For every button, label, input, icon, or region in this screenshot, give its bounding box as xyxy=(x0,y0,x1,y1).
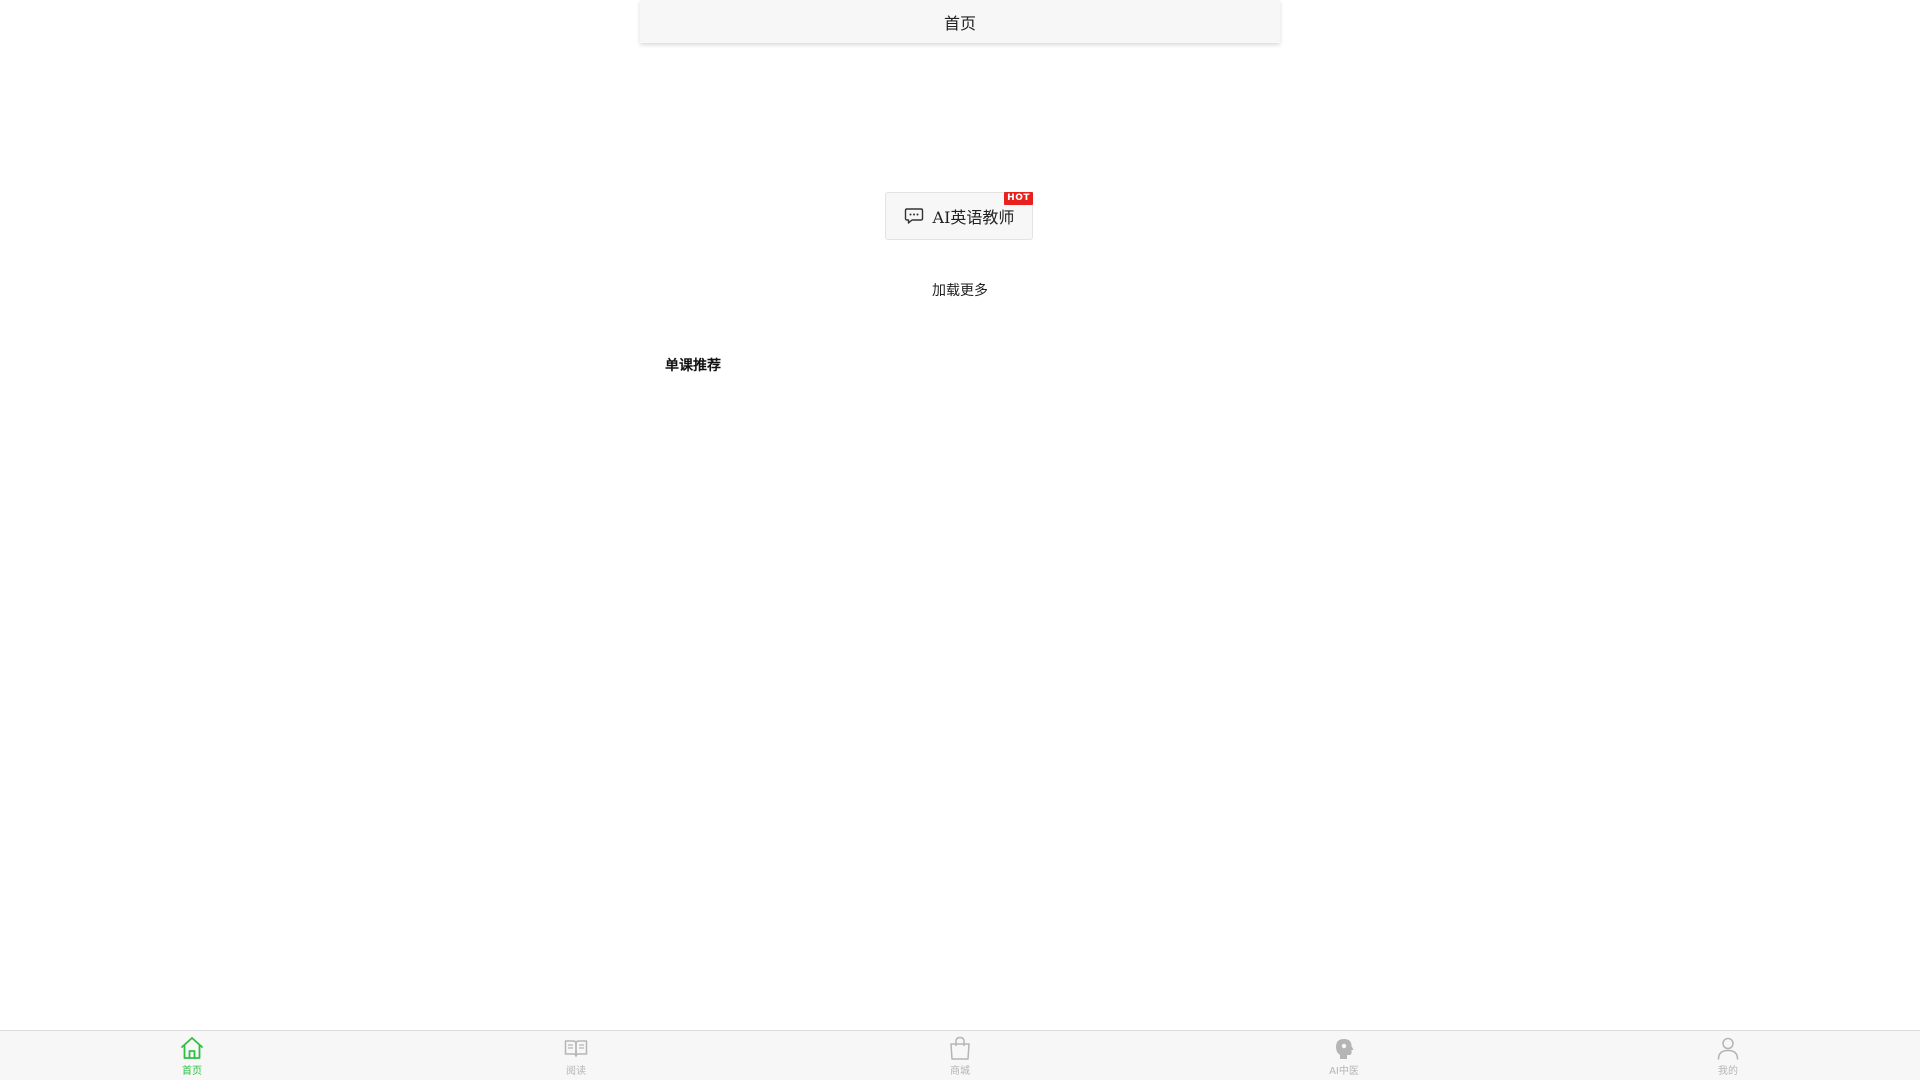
tab-ai-tcm[interactable]: AI中医 xyxy=(1152,1031,1536,1080)
tab-ai-tcm-label: AI中医 xyxy=(1329,1065,1359,1077)
tab-profile[interactable]: 我的 xyxy=(1536,1031,1920,1080)
section-title-single-lessons: 单课推荐 xyxy=(665,358,721,374)
tab-profile-label: 我的 xyxy=(1718,1065,1738,1077)
chat-icon xyxy=(904,208,923,224)
user-icon xyxy=(1717,1037,1739,1060)
tab-shop[interactable]: 商城 xyxy=(768,1031,1152,1080)
ai-teacher-label: AI英语教师 xyxy=(932,208,1015,227)
tab-shop-label: 商城 xyxy=(950,1065,970,1077)
tab-reading[interactable]: 阅读 xyxy=(384,1031,768,1080)
hot-badge: HOT xyxy=(1004,192,1033,205)
tab-home[interactable]: 首页 xyxy=(0,1031,384,1080)
ai-english-teacher-button[interactable]: AI英语教师 HOT xyxy=(885,192,1033,240)
bottom-tab-bar: 首页 阅读 商城 AI中医 我的 xyxy=(0,1030,1920,1080)
book-icon xyxy=(564,1039,588,1057)
tab-home-label: 首页 xyxy=(182,1065,202,1077)
load-more-link[interactable]: 加载更多 xyxy=(0,280,1920,300)
shopping-bag-icon xyxy=(950,1036,970,1060)
tab-reading-label: 阅读 xyxy=(566,1065,586,1077)
page-title: 首页 xyxy=(943,13,976,33)
page-header: 首页 xyxy=(640,0,1280,43)
home-icon xyxy=(181,1036,203,1059)
ai-head-icon xyxy=(1336,1038,1354,1059)
